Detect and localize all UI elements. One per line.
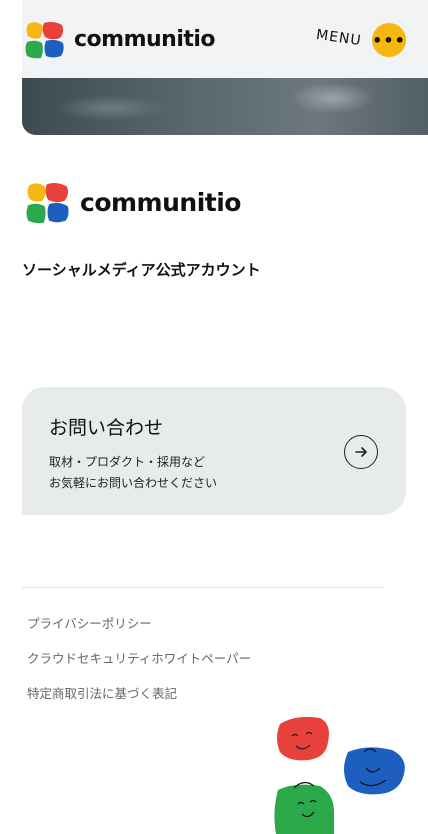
footer-link-privacy-policy[interactable]: プライバシーポリシー [27,613,152,632]
hero-photo [22,78,428,135]
brand-tagline: ソーシャルメディア公式アカウント [22,261,261,279]
mascot-characters-illustration [274,716,405,834]
contact-description-line: お気軽にお問い合わせください [49,476,218,490]
contact-description: 取材・プロダクト・採用など お気軽にお問い合わせください [49,452,217,494]
arrow-right-icon [355,447,367,457]
contact-arrow-button[interactable] [344,435,378,469]
header-logo-icon[interactable] [25,21,65,63]
menu-button[interactable]: ••• [372,23,406,57]
contact-card[interactable]: お問い合わせ 取材・プロダクト・採用など お気軽にお問い合わせください [22,387,406,515]
brand-logo-icon [25,182,71,228]
footer-link-security-whitepaper[interactable]: クラウドセキュリティホワイトペーパー [27,648,251,667]
more-dots-icon: ••• [372,30,406,50]
contact-title: お問い合わせ [49,417,164,439]
header-brand-wordmark[interactable]: communitio [74,27,216,52]
contact-description-line: 取材・プロダクト・採用など [49,455,206,469]
brand-wordmark: communitio [80,188,241,217]
header-hero-card [22,0,428,135]
footer-divider [22,587,384,588]
footer-link-commercial-law[interactable]: 特定商取引法に基づく表記 [27,683,177,702]
